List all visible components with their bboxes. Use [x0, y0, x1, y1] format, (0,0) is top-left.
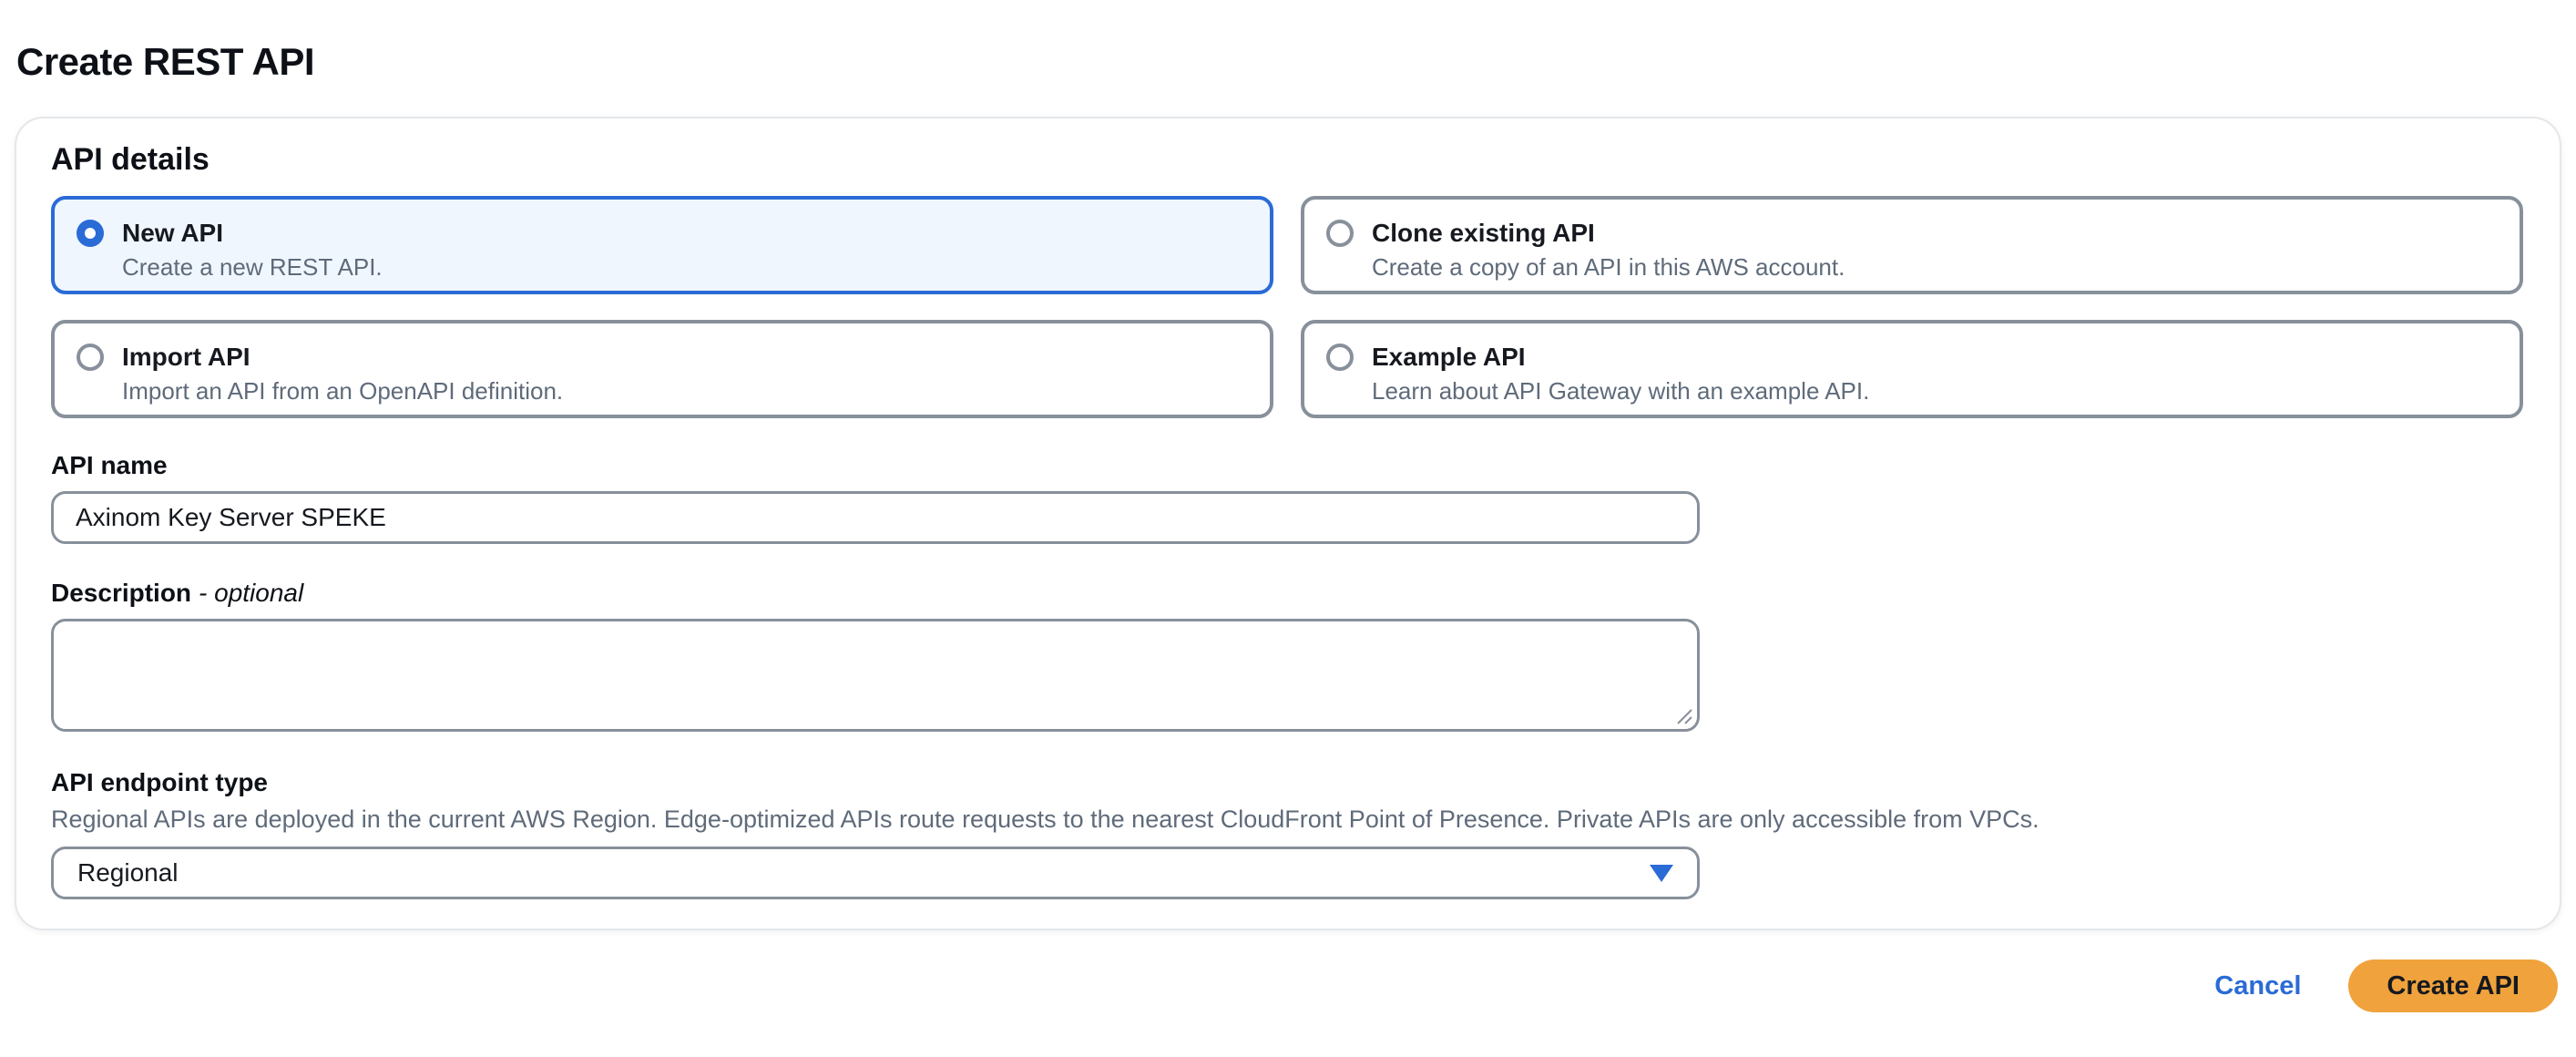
endpoint-type-selected-value: Regional	[77, 858, 179, 888]
api-type-tile-new[interactable]: New API Create a new REST API.	[51, 196, 1273, 294]
description-textarea[interactable]	[51, 619, 1700, 732]
api-name-input[interactable]	[51, 491, 1700, 544]
api-type-tile-example[interactable]: Example API Learn about API Gateway with…	[1301, 320, 2523, 418]
tile-text: Example API Learn about API Gateway with…	[1372, 342, 1869, 405]
tile-text: Import API Import an API from an OpenAPI…	[122, 342, 563, 405]
tile-label: Example API	[1372, 342, 1869, 373]
radio-dot	[1334, 352, 1345, 363]
radio-button-selected-icon[interactable]	[77, 220, 104, 247]
api-type-tile-clone[interactable]: Clone existing API Create a copy of an A…	[1301, 196, 2523, 294]
tile-text: New API Create a new REST API.	[122, 218, 383, 282]
resize-handle-icon[interactable]	[1672, 704, 1692, 724]
description-field: Description - optional	[51, 579, 2523, 732]
radio-dot	[85, 352, 96, 363]
description-optional-text: - optional	[199, 579, 303, 607]
api-details-panel: API details New API Create a new REST AP…	[15, 117, 2561, 930]
tile-label: Import API	[122, 342, 563, 373]
page-title: Create REST API	[15, 40, 2561, 84]
tile-label: Clone existing API	[1372, 218, 1845, 249]
api-type-tile-import[interactable]: Import API Import an API from an OpenAPI…	[51, 320, 1273, 418]
radio-button-icon[interactable]	[1326, 220, 1354, 247]
tile-text: Clone existing API Create a copy of an A…	[1372, 218, 1845, 282]
description-textarea-wrap	[51, 619, 1700, 732]
radio-dot	[1334, 228, 1345, 239]
api-name-field: API name	[51, 451, 2523, 544]
chevron-down-icon	[1650, 865, 1673, 882]
create-api-button[interactable]: Create API	[2348, 960, 2558, 1012]
cancel-button[interactable]: Cancel	[2214, 971, 2301, 1001]
description-label: Description - optional	[51, 579, 303, 607]
form-actions: Cancel Create API	[15, 960, 2561, 1012]
radio-button-icon[interactable]	[77, 344, 104, 371]
tile-description: Import an API from an OpenAPI definition…	[122, 377, 563, 405]
radio-button-icon[interactable]	[1326, 344, 1354, 371]
endpoint-type-help-text: Regional APIs are deployed in the curren…	[51, 806, 2523, 834]
tile-description: Create a copy of an API in this AWS acco…	[1372, 253, 1845, 282]
tile-label: New API	[122, 218, 383, 249]
description-label-text: Description	[51, 579, 191, 607]
tile-description: Create a new REST API.	[122, 253, 383, 282]
radio-dot	[85, 228, 96, 239]
endpoint-type-field: API endpoint type Regional APIs are depl…	[51, 768, 2523, 899]
endpoint-type-label: API endpoint type	[51, 768, 268, 796]
endpoint-type-select[interactable]: Regional	[51, 847, 1700, 899]
api-type-tile-group: New API Create a new REST API. Clone exi…	[51, 196, 2523, 418]
api-name-label: API name	[51, 451, 168, 479]
tile-description: Learn about API Gateway with an example …	[1372, 377, 1869, 405]
panel-heading: API details	[51, 142, 2523, 178]
